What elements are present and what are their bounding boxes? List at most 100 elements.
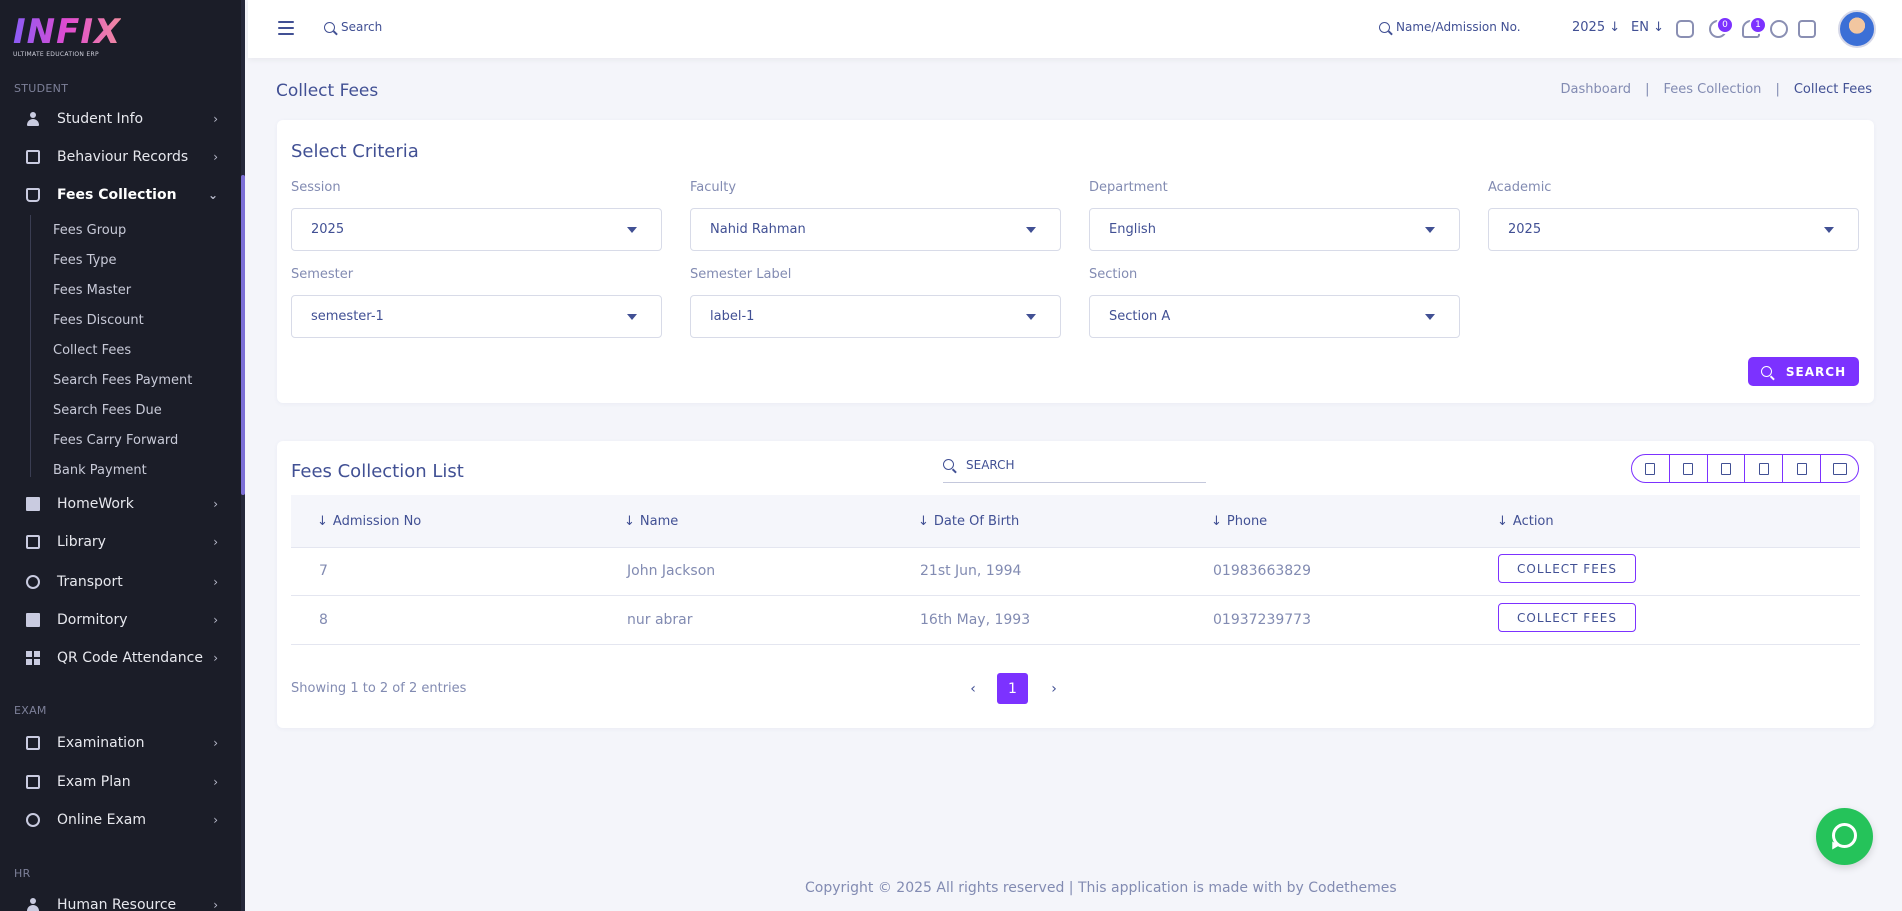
analytics-icon[interactable]: [1798, 20, 1816, 38]
search-icon: [943, 459, 954, 470]
cell-name: John Jackson: [627, 563, 716, 579]
sidebar: INFIX ULTIMATE EDUCATION ERP STUDENT Stu…: [0, 0, 245, 911]
year-value: 2025: [1572, 20, 1606, 35]
sidebar-item-dormitory[interactable]: Dormitory ›: [0, 605, 240, 635]
map-icon: [26, 736, 40, 750]
submenu-search-fees-due[interactable]: Search Fees Due: [53, 403, 162, 418]
cell-phone: 01983663829: [1213, 563, 1311, 579]
breadcrumb-fees-collection[interactable]: Fees Collection: [1663, 82, 1761, 97]
language-selector[interactable]: EN ↓: [1631, 20, 1664, 35]
column-action[interactable]: ↓ Action: [1497, 514, 1554, 529]
list-search-input[interactable]: SEARCH: [943, 447, 1206, 483]
whatsapp-chat-button[interactable]: [1816, 808, 1873, 865]
menu-toggle-icon[interactable]: [278, 21, 294, 35]
search-icon: [324, 21, 335, 33]
excel-button[interactable]: [1670, 455, 1708, 482]
globe-icon[interactable]: [1770, 20, 1788, 38]
print-button[interactable]: [1783, 455, 1822, 482]
sidebar-section-student: STUDENT: [14, 82, 69, 95]
pdf-button[interactable]: [1745, 455, 1784, 482]
sidebar-item-human-resource[interactable]: Human Resource ›: [0, 890, 240, 911]
brand-logo[interactable]: INFIX ULTIMATE EDUCATION ERP: [13, 14, 121, 58]
select-criteria-card: Select Criteria Session 2025 Faculty Nah…: [277, 120, 1874, 403]
submenu-fees-type[interactable]: Fees Type: [53, 253, 117, 268]
sidebar-item-library[interactable]: Library ›: [0, 527, 240, 557]
department-select[interactable]: English: [1089, 208, 1460, 251]
submenu-fees-discount[interactable]: Fees Discount: [53, 313, 144, 328]
chevron-right-icon: ›: [213, 898, 218, 911]
year-selector[interactable]: 2025 ↓: [1572, 20, 1620, 35]
sidebar-item-examination[interactable]: Examination ›: [0, 728, 240, 758]
export-button-group: [1631, 454, 1859, 483]
robot-icon[interactable]: [1676, 20, 1694, 38]
breadcrumb: Dashboard | Fees Collection | Collect Fe…: [1561, 82, 1872, 97]
global-search[interactable]: Search: [324, 20, 382, 34]
section-select[interactable]: Section A: [1089, 295, 1460, 338]
search-icon: [1760, 366, 1772, 377]
chevron-right-icon: ›: [213, 651, 218, 665]
submenu-bank-payment[interactable]: Bank Payment: [53, 463, 147, 478]
csv-icon: [1721, 462, 1732, 475]
semester-value: semester-1: [311, 309, 384, 324]
academic-select[interactable]: 2025: [1488, 208, 1859, 251]
pagination-prev[interactable]: ‹: [963, 673, 983, 704]
message-count-badge: 0: [1716, 16, 1734, 34]
sort-arrow-icon: ↓: [1211, 514, 1222, 529]
document-icon: [26, 150, 40, 164]
semester-label-select[interactable]: label-1: [690, 295, 1061, 338]
language-value: EN: [1631, 20, 1649, 35]
cell-dob: 16th May, 1993: [920, 612, 1031, 628]
submenu-collect-fees[interactable]: Collect Fees: [53, 343, 131, 358]
pagination-next[interactable]: ›: [1044, 673, 1064, 704]
collect-fees-button[interactable]: COLLECT FEES: [1498, 603, 1636, 632]
sidebar-item-transport[interactable]: Transport ›: [0, 567, 240, 597]
sidebar-item-exam-plan[interactable]: Exam Plan ›: [0, 767, 240, 797]
page-title: Collect Fees: [276, 81, 379, 101]
sidebar-item-fees-collection[interactable]: Fees Collection ⌄: [0, 180, 240, 210]
column-admission-no[interactable]: ↓ Admission No: [317, 514, 421, 529]
breadcrumb-dashboard[interactable]: Dashboard: [1561, 82, 1632, 97]
submenu-fees-group[interactable]: Fees Group: [53, 223, 126, 238]
column-phone[interactable]: ↓ Phone: [1211, 514, 1267, 529]
sidebar-item-online-exam[interactable]: Online Exam ›: [0, 805, 240, 835]
sidebar-item-behaviour-records[interactable]: Behaviour Records ›: [0, 142, 240, 172]
sidebar-item-label: QR Code Attendance: [57, 650, 203, 666]
submenu-fees-carry-forward[interactable]: Fees Carry Forward: [53, 433, 178, 448]
sidebar-item-label: Dormitory: [57, 612, 128, 628]
column-name[interactable]: ↓ Name: [624, 514, 678, 529]
collect-fees-button[interactable]: COLLECT FEES: [1498, 554, 1636, 583]
bell-icon[interactable]: 1: [1742, 16, 1767, 38]
sidebar-item-qr-code-attendance[interactable]: QR Code Attendance ›: [0, 643, 240, 673]
notification-count-badge: 1: [1749, 16, 1767, 34]
avatar[interactable]: [1838, 10, 1876, 48]
csv-button[interactable]: [1708, 455, 1746, 482]
sidebar-scrollbar[interactable]: [241, 175, 245, 495]
chevron-right-icon: ›: [213, 112, 218, 126]
column-label: Phone: [1226, 514, 1268, 529]
sidebar-section-hr: HR: [14, 867, 31, 880]
chat-icon[interactable]: 0: [1709, 16, 1734, 38]
chevron-right-icon: ›: [213, 813, 218, 827]
topbar: Search Name/Admission No. 2025 ↓ EN ↓ 0 …: [248, 0, 1902, 58]
submenu-fees-master[interactable]: Fees Master: [53, 283, 131, 298]
column-date-of-birth[interactable]: ↓ Date Of Birth: [918, 514, 1019, 529]
sidebar-item-label: Transport: [57, 574, 123, 590]
copy-button[interactable]: [1632, 455, 1670, 482]
session-select[interactable]: 2025: [291, 208, 662, 251]
semester-select[interactable]: semester-1: [291, 295, 662, 338]
submenu-search-fees-payment[interactable]: Search Fees Payment: [53, 373, 192, 388]
breadcrumb-separator: |: [1645, 82, 1650, 97]
table-row: 7 John Jackson 21st Jun, 1994 0198366382…: [291, 548, 1860, 596]
sidebar-item-label: HomeWork: [57, 496, 134, 512]
columns-icon: [1832, 462, 1847, 475]
sidebar-item-student-info[interactable]: Student Info ›: [0, 104, 240, 134]
column-label: Action: [1512, 514, 1554, 529]
sidebar-item-label: Human Resource: [57, 897, 177, 911]
section-label: Section: [1089, 267, 1138, 282]
sidebar-item-homework[interactable]: HomeWork ›: [0, 489, 240, 519]
columns-button[interactable]: [1821, 455, 1858, 482]
pagination-page-current[interactable]: 1: [997, 673, 1028, 704]
criteria-search-button[interactable]: SEARCH: [1748, 357, 1859, 386]
faculty-select[interactable]: Nahid Rahman: [690, 208, 1061, 251]
student-search[interactable]: Name/Admission No.: [1379, 20, 1521, 34]
